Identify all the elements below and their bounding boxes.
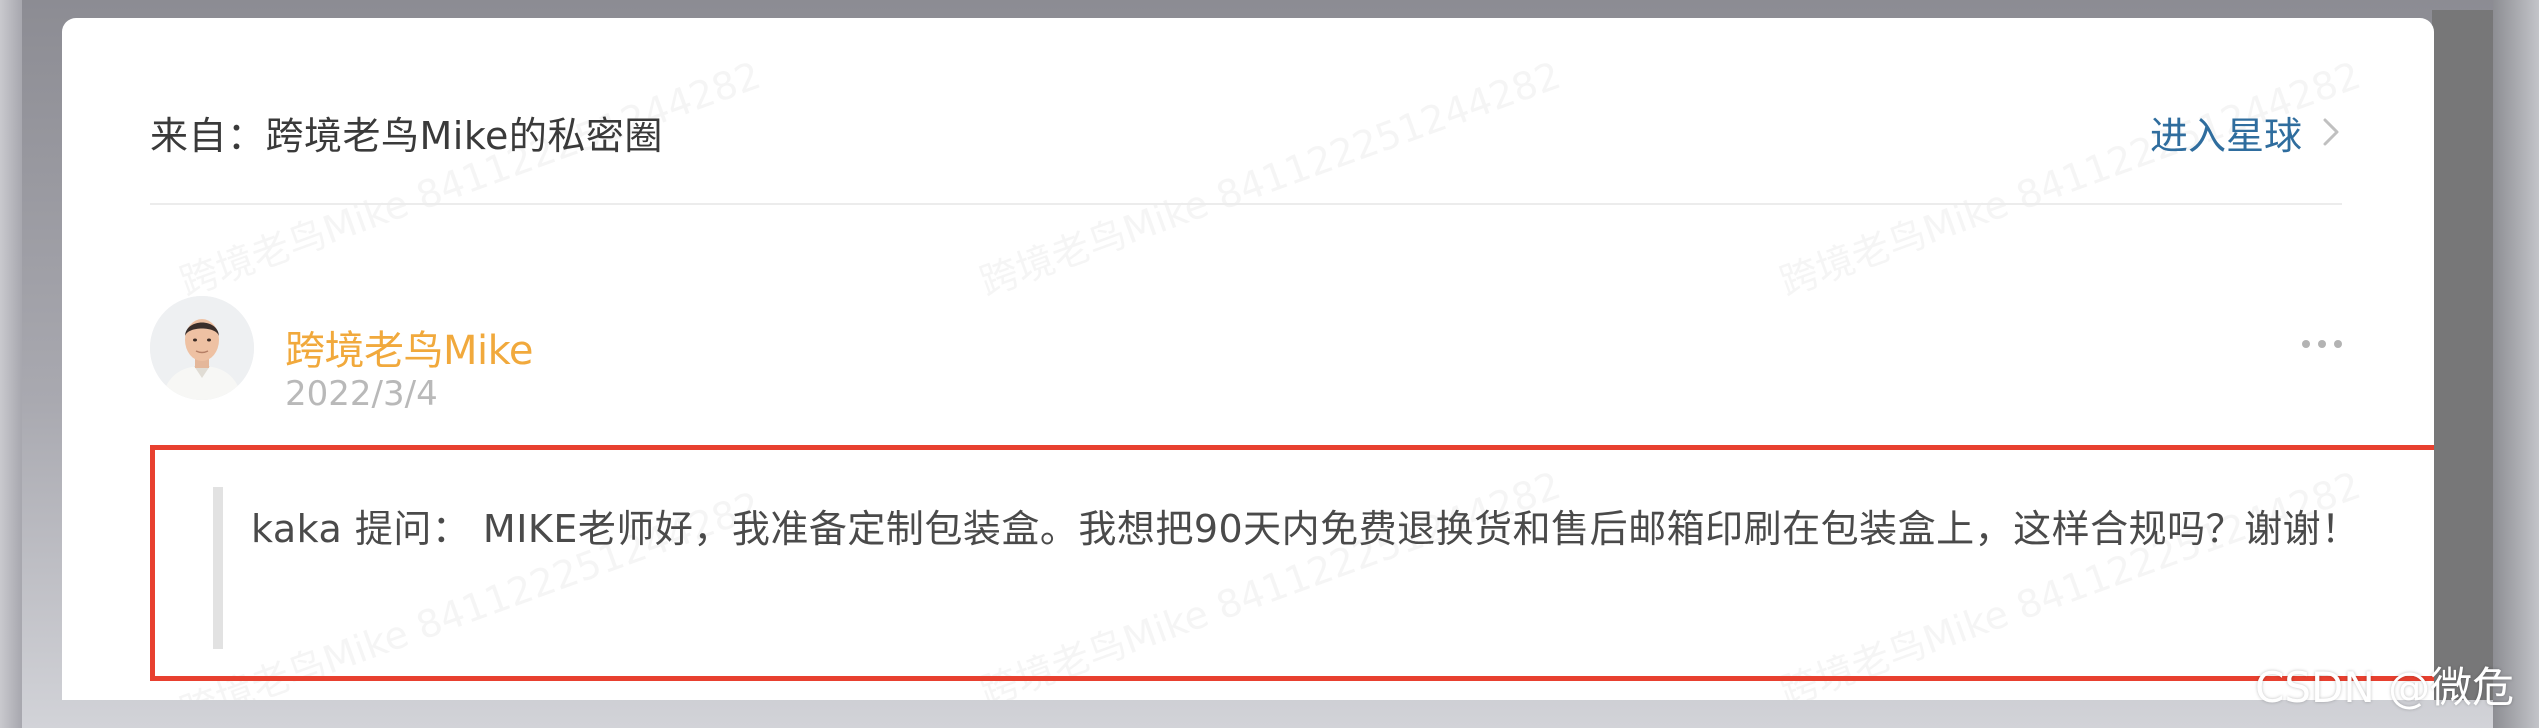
- card-shadow: [2432, 10, 2494, 700]
- enter-planet-label: 进入星球: [2149, 113, 2302, 158]
- question-highlight-box: kaka 提问： MIKE老师好，我准备定制包装盒。我想把90天内免费退换货和售…: [150, 445, 2434, 681]
- enter-planet-link[interactable]: 进入星球: [2150, 105, 2342, 160]
- card-header: 来自：跨境老鸟Mike的私密圈 进入星球: [150, 90, 2342, 174]
- more-dot: [2302, 340, 2310, 348]
- post-date: 2022/3/4: [285, 374, 438, 414]
- site-watermark: CSDN @微危: [2255, 663, 2515, 712]
- more-dot: [2318, 340, 2326, 348]
- more-dot: [2334, 340, 2342, 348]
- quote-bar: [213, 487, 223, 649]
- author-avatar[interactable]: [150, 296, 254, 400]
- watermark-text: 跨境老鸟Mike 841122251244282: [174, 53, 767, 305]
- post-card: 跨境老鸟Mike 841122251244282 跨境老鸟Mike 841122…: [62, 18, 2434, 700]
- question-text: kaka 提问： MIKE老师好，我准备定制包装盒。我想把90天内免费退换货和售…: [251, 507, 2360, 551]
- screen-frame-left: [0, 0, 22, 728]
- source-label: 来自：跨境老鸟Mike的私密圈: [150, 113, 663, 158]
- header-divider: [150, 203, 2342, 205]
- watermark-text: 跨境老鸟Mike 841122251244282: [1774, 53, 2367, 305]
- watermark-text: 跨境老鸟Mike 841122251244282: [974, 53, 1567, 305]
- more-options-icon[interactable]: [2292, 324, 2352, 364]
- avatar-photo: [150, 296, 254, 400]
- author-name[interactable]: 跨境老鸟Mike: [285, 318, 533, 376]
- screen-frame-right: [2493, 0, 2539, 728]
- chevron-right-icon: [2323, 118, 2339, 146]
